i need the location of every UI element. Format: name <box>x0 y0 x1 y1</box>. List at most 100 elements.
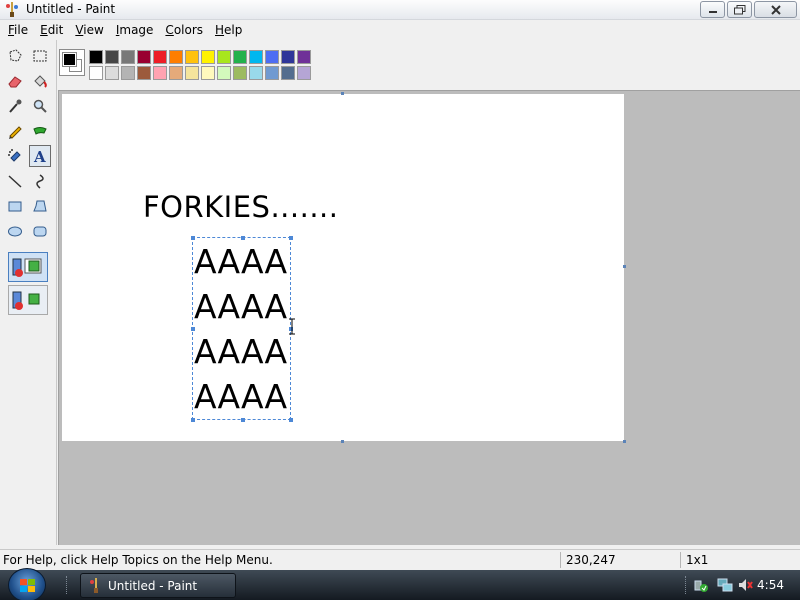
line-icon <box>8 175 22 188</box>
pick-color-tool[interactable] <box>4 95 26 117</box>
menu-colors[interactable]: Colors <box>159 23 209 37</box>
brush-icon <box>33 127 47 135</box>
drawing-canvas[interactable]: FORKIES....... AAAA AAAA AAAA AAAA <box>62 94 624 441</box>
color-swatch[interactable] <box>137 50 151 64</box>
color-swatch[interactable] <box>217 66 231 80</box>
color-swatch[interactable] <box>169 66 183 80</box>
color-swatch[interactable] <box>153 50 167 64</box>
color-swatch[interactable] <box>249 66 263 80</box>
textbox-resize-handle[interactable] <box>289 418 293 422</box>
color-swatch[interactable] <box>233 66 247 80</box>
taskbar: Untitled - Paint 4:54 <box>0 568 800 600</box>
color-swatch[interactable] <box>169 50 183 64</box>
color-swatch[interactable] <box>297 50 311 64</box>
start-button[interactable] <box>8 568 46 600</box>
eraser-tool[interactable] <box>4 70 26 92</box>
color-swatch[interactable] <box>281 50 295 64</box>
color-swatch[interactable] <box>233 50 247 64</box>
textbox-resize-handle[interactable] <box>191 327 195 331</box>
free-form-select-tool[interactable] <box>4 45 26 67</box>
color-swatch[interactable] <box>89 50 103 64</box>
palette-swatches <box>89 50 311 80</box>
taskbar-paint-button[interactable]: Untitled - Paint <box>80 573 236 598</box>
text-cursor-icon <box>289 318 295 335</box>
color-swatch[interactable] <box>121 50 135 64</box>
color-swatch[interactable] <box>105 66 119 80</box>
color-swatch[interactable] <box>185 50 199 64</box>
safely-remove-hardware-icon[interactable] <box>693 577 709 593</box>
color-swatch[interactable] <box>89 66 103 80</box>
text-line: AAAA <box>194 332 288 371</box>
color-swatch[interactable] <box>121 66 135 80</box>
magnifier-tool[interactable] <box>29 95 51 117</box>
airbrush-tool[interactable] <box>4 145 26 167</box>
rounded-rectangle-icon <box>33 226 47 237</box>
rectangle-tool[interactable] <box>4 195 26 217</box>
cursor-coordinates: 230,247 <box>566 553 616 567</box>
curve-tool[interactable] <box>29 170 51 192</box>
text-input-box[interactable]: AAAA AAAA AAAA AAAA <box>191 236 293 422</box>
minimize-button[interactable] <box>700 1 725 18</box>
text-tool[interactable]: A <box>29 145 51 167</box>
status-divider <box>560 552 561 568</box>
close-button[interactable] <box>754 1 797 18</box>
polygon-tool[interactable] <box>29 195 51 217</box>
textbox-resize-handle[interactable] <box>241 236 245 240</box>
canvas-resize-handle[interactable] <box>623 440 626 443</box>
color-swatch[interactable] <box>281 66 295 80</box>
color-swatch[interactable] <box>105 50 119 64</box>
canvas-resize-handle[interactable] <box>623 265 626 268</box>
textbox-resize-handle[interactable] <box>191 236 195 240</box>
status-bar: For Help, click Help Topics on the Help … <box>0 549 800 570</box>
tool-box: A <box>0 40 57 545</box>
color-swatch[interactable] <box>297 66 311 80</box>
textbox-resize-handle[interactable] <box>289 236 293 240</box>
transparent-background-icon <box>12 291 40 310</box>
menu-view[interactable]: View <box>69 23 109 37</box>
select-tool[interactable] <box>29 45 51 67</box>
opaque-background-icon <box>12 258 42 277</box>
fill-tool[interactable] <box>29 70 51 92</box>
color-swatch[interactable] <box>185 66 199 80</box>
text-line: AAAA <box>194 242 288 281</box>
text-tool-icon: A <box>33 148 46 164</box>
text-line: AAAA <box>194 287 288 326</box>
color-swatch[interactable] <box>265 50 279 64</box>
transparency-opaque-option[interactable] <box>8 252 48 282</box>
current-colors[interactable] <box>59 49 85 76</box>
taskbar-grip[interactable] <box>66 576 69 594</box>
canvas-resize-handle[interactable] <box>341 440 344 443</box>
menu-edit[interactable]: Edit <box>34 23 69 37</box>
color-swatch[interactable] <box>201 50 215 64</box>
color-swatch[interactable] <box>217 50 231 64</box>
color-swatch[interactable] <box>153 66 167 80</box>
selection-size: 1x1 <box>686 553 709 567</box>
network-icon[interactable] <box>717 577 733 593</box>
color-swatch[interactable] <box>265 66 279 80</box>
volume-muted-icon[interactable] <box>737 577 753 593</box>
rounded-rectangle-tool[interactable] <box>29 220 51 242</box>
color-swatch[interactable] <box>137 66 151 80</box>
restore-icon <box>733 4 745 14</box>
textbox-resize-handle[interactable] <box>241 418 245 422</box>
rect-select-icon <box>33 50 47 62</box>
menu-image[interactable]: Image <box>110 23 160 37</box>
brush-tool[interactable] <box>29 120 51 142</box>
canvas-resize-handle[interactable] <box>341 92 344 95</box>
textbox-resize-handle[interactable] <box>191 418 195 422</box>
transparency-transparent-option[interactable] <box>8 285 48 315</box>
foreground-color[interactable] <box>62 52 77 67</box>
line-tool[interactable] <box>4 170 26 192</box>
menu-help[interactable]: Help <box>209 23 248 37</box>
ellipse-tool[interactable] <box>4 220 26 242</box>
color-swatch[interactable] <box>249 50 263 64</box>
color-swatch[interactable] <box>201 66 215 80</box>
paint-bucket-icon <box>34 75 47 88</box>
rectangle-icon <box>8 201 22 212</box>
status-divider <box>680 552 681 568</box>
restore-button[interactable] <box>727 1 752 18</box>
menu-file[interactable]: File <box>2 23 34 37</box>
curve-icon <box>36 174 44 189</box>
pencil-tool[interactable] <box>4 120 26 142</box>
clock[interactable]: 4:54 <box>757 578 784 592</box>
